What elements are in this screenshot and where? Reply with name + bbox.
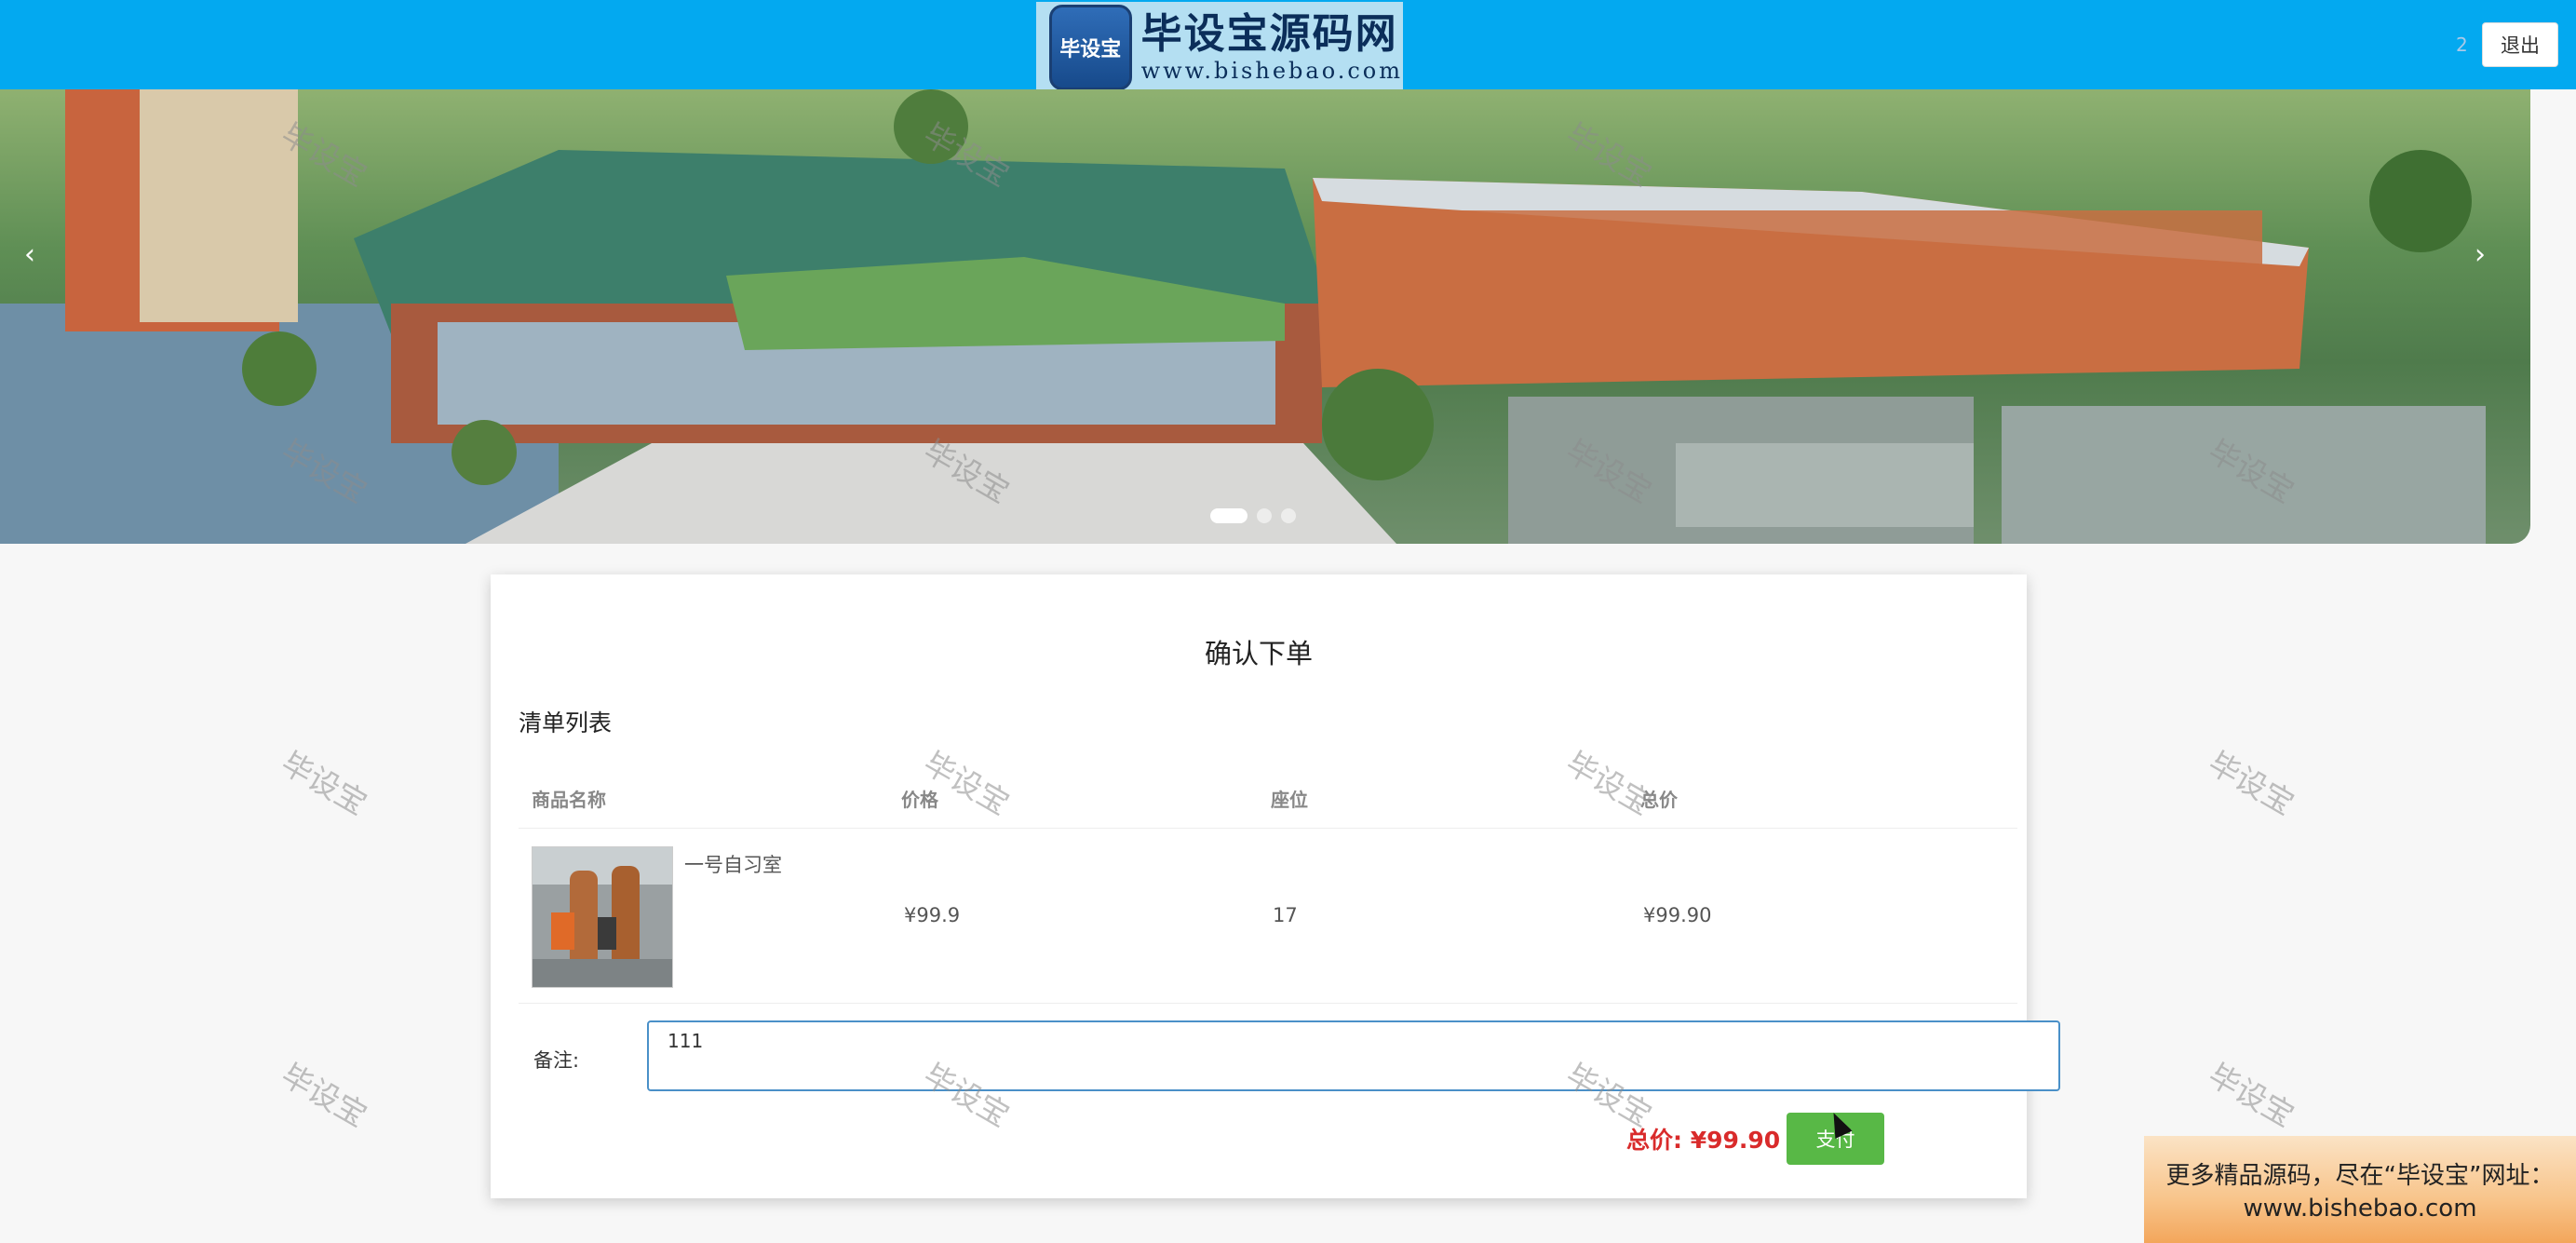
remark-input[interactable] — [647, 1020, 2060, 1091]
banner-image — [0, 89, 2486, 544]
watermark: 毕设宝 — [275, 1056, 373, 1134]
site-logo[interactable]: 毕设宝 毕设宝源码网 www.bishebao.com — [1036, 2, 1403, 93]
watermark: 毕设宝 — [275, 744, 373, 822]
carousel-indicators — [1210, 508, 1296, 523]
carousel-prev-icon[interactable]: ‹ — [24, 238, 35, 271]
logo-url: www.bishebao.com — [1140, 58, 1403, 84]
item-name: 一号自习室 — [684, 854, 782, 876]
top-bar: 毕设宝 毕设宝源码网 www.bishebao.com 2 退出 — [0, 0, 2576, 93]
item-price: ¥99.9 — [904, 904, 961, 926]
product-thumbnail — [532, 846, 673, 988]
item-total: ¥99.90 — [1643, 904, 1712, 926]
remark-label: 备注: — [533, 1049, 580, 1072]
row-divider — [519, 1003, 2017, 1004]
carousel-dot[interactable] — [1257, 508, 1272, 523]
user-name[interactable]: 2 — [2456, 34, 2468, 56]
logo-title: 毕设宝源码网 — [1140, 10, 1398, 58]
promo-line2: www.bishebao.com — [2243, 1195, 2477, 1223]
total-price: 总价: ¥99.90 — [1626, 1127, 1781, 1154]
banner-carousel[interactable]: ‹ › — [0, 89, 2530, 544]
promo-banner[interactable]: 更多精品源码，尽在“毕设宝”网址： www.bishebao.com — [2144, 1136, 2576, 1243]
column-header-price: 价格 — [901, 789, 938, 811]
watermark: 毕设宝 — [2202, 1056, 2300, 1134]
promo-line1: 更多精品源码，尽在“毕设宝”网址： — [2165, 1162, 2555, 1190]
list-title: 清单列表 — [519, 709, 613, 736]
carousel-dot[interactable] — [1210, 508, 1248, 523]
item-seat: 17 — [1273, 904, 1298, 926]
column-header-seat: 座位 — [1271, 789, 1308, 811]
row-divider — [519, 828, 2017, 829]
carousel-next-icon[interactable]: › — [2475, 238, 2486, 271]
carousel-dot[interactable] — [1281, 508, 1296, 523]
page-title: 确认下单 — [1204, 638, 1313, 669]
logo-badge-icon: 毕设宝 — [1049, 5, 1132, 90]
logout-button[interactable]: 退出 — [2482, 22, 2558, 67]
column-header-total: 总价 — [1640, 789, 1678, 811]
order-card: 确认下单 清单列表 商品名称 价格 座位 总价 一号自习室 ¥99.9 17 ¥… — [491, 574, 2060, 1198]
watermark: 毕设宝 — [2202, 744, 2300, 822]
column-header-name: 商品名称 — [532, 789, 606, 811]
logo-badge-text: 毕设宝 — [1059, 37, 1122, 61]
